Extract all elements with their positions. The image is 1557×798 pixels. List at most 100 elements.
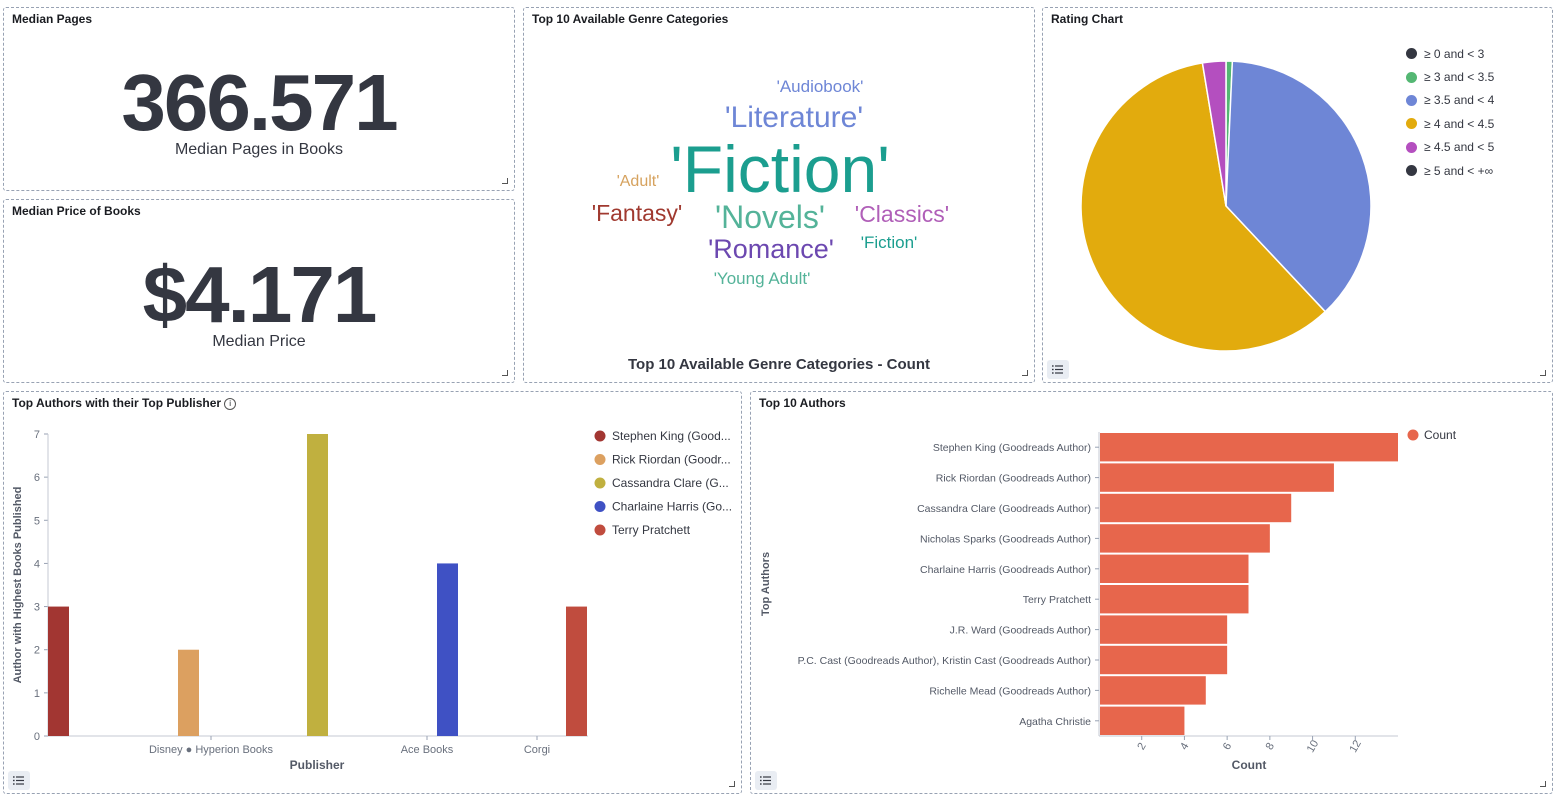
legend-item[interactable]: ≥ 0 and < 3 (1406, 42, 1494, 65)
legend-dot (1406, 71, 1417, 83)
x-axis-title: Count (1232, 758, 1267, 772)
legend-label: ≥ 3 and < 3.5 (1424, 70, 1495, 85)
legend-label[interactable]: Count (1424, 428, 1457, 442)
y-tick-label: 1 (34, 688, 40, 700)
rating-legend: ≥ 0 and < 3 ≥ 3 and < 3.5 ≥ 3.5 and < 4 ≥ 4… (1406, 42, 1494, 182)
y-tick-label: 3 (34, 602, 40, 614)
resize-handle[interactable] (1540, 781, 1546, 787)
y-tick-label: 5 (34, 515, 40, 527)
legend-label[interactable]: Stephen King (Good... (612, 429, 731, 443)
legend-dot (1406, 165, 1417, 177)
top-authors-bar-chart: Stephen King (Goodreads Author) Rick Rior… (760, 428, 1457, 772)
legend-dot (594, 524, 606, 536)
y-tick-label: Charlaine Harris (Goodreads Author) (920, 564, 1091, 576)
legend-label[interactable]: Terry Pratchett (612, 523, 691, 537)
word-adult: 'Adult' (617, 173, 660, 190)
resize-handle[interactable] (1540, 370, 1546, 376)
legend-toggle-button[interactable] (755, 771, 777, 790)
x-tick-label: 10 (1305, 738, 1322, 755)
rating-chart-panel: Rating Chart ≥ 0 and < 3 ≥ 3 and < 3.5 ≥ 3… (1042, 7, 1553, 383)
median-pages-label: Median Pages in Books (174, 141, 344, 158)
word-literature: 'Literature' (725, 101, 863, 134)
bar-3[interactable] (437, 563, 458, 736)
y-tick-label: J.R. Ward (Goodreads Author) (950, 625, 1091, 637)
x-tick-label: Corgi (524, 744, 550, 756)
bar-5[interactable] (1100, 585, 1249, 614)
top-authors-panel: Top 10 Authors Stephen King (Goodreads A… (750, 391, 1553, 794)
y-tick-label: 4 (34, 558, 40, 570)
legend-dot (1406, 48, 1417, 60)
bar-1[interactable] (178, 649, 199, 736)
word-cloud: 'Audiobook' 'Literature' 'Fiction' 'Adul… (592, 77, 950, 288)
resize-handle[interactable] (502, 178, 508, 184)
median-price-panel: Median Price of Books $4.171 Median Pric… (3, 199, 515, 383)
y-axis-title: Author with Highest Books Published (12, 487, 24, 684)
legend-item[interactable]: ≥ 5 and < +∞ (1406, 159, 1494, 182)
y-tick-label: Agatha Christie (1019, 716, 1091, 728)
y-tick-label: Nicholas Sparks (Goodreads Author) (920, 533, 1091, 545)
y-tick-label: Stephen King (Goodreads Author) (933, 442, 1091, 454)
legend-label: ≥ 0 and < 3 (1424, 46, 1485, 61)
word-novels: 'Novels' (715, 199, 825, 235)
legend-dot (1406, 118, 1417, 130)
genre-cloud-caption: Top 10 Available Genre Categories - Coun… (627, 356, 930, 373)
legend-label: ≥ 3.5 and < 4 (1424, 93, 1495, 108)
y-tick-label: P.C. Cast (Goodreads Author), Kristin Ca… (798, 655, 1091, 667)
list-icon (760, 776, 771, 785)
resize-handle[interactable] (502, 370, 508, 376)
panel-title: Median Pages (12, 12, 93, 26)
legend-label[interactable]: Rick Riordan (Goodr... (612, 453, 731, 467)
y-tick-label: 7 (34, 429, 40, 441)
legend-label[interactable]: Charlaine Harris (Go... (612, 500, 732, 514)
legend-dot (594, 430, 606, 442)
x-tick-label: Ace Books (401, 744, 454, 756)
x-tick-label: 12 (1347, 738, 1364, 755)
median-pages-value: 366.571 (121, 58, 398, 147)
word-fiction-small: 'Fiction' (861, 233, 918, 252)
word-audiobook: 'Audiobook' (777, 77, 864, 96)
y-tick-label: Terry Pratchett (1023, 594, 1091, 606)
legend-label[interactable]: Cassandra Clare (G... (612, 476, 729, 490)
legend-dot (594, 477, 606, 489)
bar-8[interactable] (1100, 676, 1206, 705)
legend-dot (1407, 429, 1419, 441)
y-tick-label: Richelle Mead (Goodreads Author) (929, 685, 1091, 697)
bar-0[interactable] (48, 606, 69, 736)
genre-cloud-panel: Top 10 Available Genre Categories 'Audio… (523, 7, 1035, 383)
bar-9[interactable] (1100, 706, 1185, 735)
resize-handle[interactable] (1022, 370, 1028, 376)
legend-item[interactable]: ≥ 3 and < 3.5 (1406, 65, 1494, 88)
legend-dot (1406, 94, 1417, 106)
legend-item[interactable]: ≥ 4.5 and < 5 (1406, 136, 1494, 159)
y-tick-label: 0 (34, 731, 40, 743)
bar-2[interactable] (1100, 493, 1292, 523)
median-price-value: $4.171 (142, 250, 378, 339)
legend-dot (594, 501, 606, 512)
x-tick-label: 4 (1178, 741, 1191, 752)
bar-3[interactable] (1100, 524, 1270, 553)
x-tick-label: 8 (1264, 741, 1277, 752)
legend-toggle-button[interactable] (1047, 360, 1069, 379)
y-tick-label: Cassandra Clare (Goodreads Author) (917, 503, 1091, 515)
bar-4[interactable] (1100, 554, 1249, 583)
legend-dot (1406, 141, 1417, 153)
bar-6[interactable] (1100, 615, 1228, 644)
bar-4[interactable] (566, 606, 587, 736)
resize-handle[interactable] (729, 781, 735, 787)
median-pages-panel: Median Pages 366.571 Median Pages in Boo… (3, 7, 515, 191)
legend-item[interactable]: ≥ 4 and < 4.5 (1406, 112, 1494, 135)
word-fiction-large: 'Fiction' (670, 132, 890, 206)
legend-item[interactable]: ≥ 3.5 and < 4 (1406, 89, 1494, 112)
bar-1[interactable] (1100, 463, 1334, 492)
bar-2[interactable] (307, 434, 328, 736)
y-tick-label: Rick Riordan (Goodreads Author) (936, 473, 1091, 485)
bar-7[interactable] (1100, 645, 1228, 675)
median-price-label: Median Price (212, 333, 306, 350)
word-fantasy: 'Fantasy' (592, 200, 683, 226)
x-tick-label: Disney ● Hyperion Books (149, 744, 274, 756)
x-axis-title: Publisher (290, 758, 345, 772)
x-tick-label: 2 (1135, 741, 1148, 752)
y-tick-label: 6 (34, 472, 40, 484)
bar-0[interactable] (1100, 433, 1398, 462)
legend-toggle-button[interactable] (8, 771, 30, 790)
